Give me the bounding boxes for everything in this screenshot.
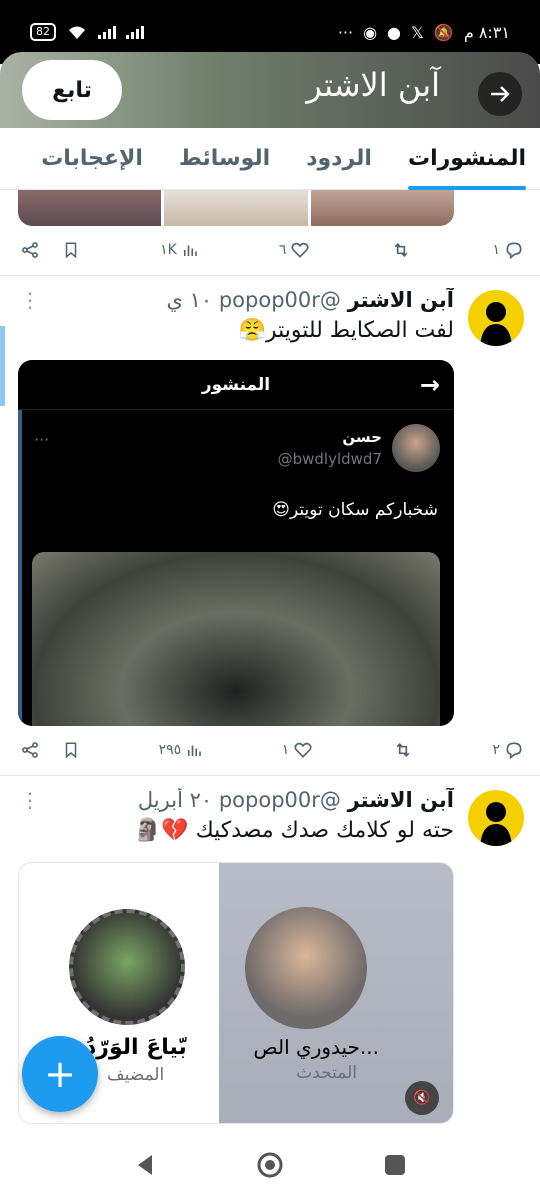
view-count: ١K: [160, 242, 177, 258]
profile-header: تابع آبن الاشتر: [0, 52, 540, 128]
silhouette-icon: [480, 302, 512, 346]
heart-icon: [294, 742, 312, 758]
handle[interactable]: @popop00r: [219, 288, 341, 312]
card-bar-title: المنشور: [201, 374, 271, 395]
heart-icon: [291, 242, 309, 258]
quoted-screenshot[interactable]: المنشور → حسن @bwdlyldwd7 ··· شخباركم سك…: [18, 360, 454, 726]
mute-icon: 🔕: [433, 22, 454, 42]
battery-icon: 82: [30, 23, 56, 41]
speaker-avatar: [245, 907, 367, 1029]
retweet-icon: [394, 242, 408, 258]
whatsapp-icon: ◉: [363, 22, 378, 42]
avatar: [392, 424, 440, 472]
more-options-icon[interactable]: ⋮: [20, 788, 40, 812]
thread-line: [18, 410, 22, 726]
status-right: ··· ◉ ● 𝕏 🔕 ٨:٣١ م: [338, 23, 510, 42]
arrow-right-icon: →: [419, 370, 440, 399]
plus-icon: +: [44, 1052, 76, 1096]
views-icon: [188, 745, 201, 756]
like-button[interactable]: ١: [282, 740, 314, 760]
reply-count: ١: [492, 242, 500, 258]
views-button[interactable]: ٢٩٥: [159, 741, 204, 759]
reply-icon: [506, 242, 522, 260]
host-role: المضيف: [107, 1065, 165, 1085]
speaker-name: حيدوري الص...: [253, 1035, 379, 1059]
tweet-text: حته لو كلامك صدك مصدكيك 💔🗿: [133, 818, 454, 843]
message-icon: ●: [387, 22, 402, 42]
home-nav-icon[interactable]: [256, 1151, 284, 1179]
quote-author-name: حسن: [342, 428, 382, 446]
like-count: ١: [281, 742, 290, 758]
tweet-media-strip[interactable]: [18, 190, 454, 226]
compose-button[interactable]: +: [22, 1036, 98, 1112]
views-button[interactable]: ١K: [160, 241, 199, 259]
quote-media-image: [32, 552, 440, 726]
like-button[interactable]: ٦: [279, 240, 311, 260]
reply-count: ٢: [492, 742, 500, 758]
retweet-icon: [396, 742, 410, 758]
tweet-header: آبن الاشتر @popop00r ٢٠ أبريل: [20, 788, 454, 812]
view-count: ٢٩٥: [158, 742, 182, 758]
mute-button[interactable]: 🔇: [405, 1081, 439, 1115]
avatar[interactable]: [468, 290, 524, 346]
share-icon[interactable]: [20, 740, 40, 760]
reply-button[interactable]: ١: [492, 240, 524, 260]
quote-author-handle: @bwdlyldwd7: [277, 450, 382, 468]
tweet-actions: ٢ ١ ٢٩٥: [0, 730, 540, 770]
card-bar: المنشور →: [18, 360, 454, 410]
timestamp: ٢٠ أبريل: [137, 788, 213, 812]
clock-text: ٨:٣١ م: [463, 22, 510, 42]
recents-nav-icon[interactable]: [384, 1154, 406, 1176]
unread-indicator: [0, 326, 5, 406]
system-navigation-bar: [0, 1130, 540, 1200]
back-nav-icon[interactable]: [134, 1153, 156, 1177]
share-icon[interactable]: [20, 240, 40, 260]
host-avatar: [69, 909, 185, 1025]
arrow-right-icon: [491, 86, 510, 102]
reply-icon: [506, 742, 522, 760]
display-name[interactable]: آبن الاشتر: [348, 288, 454, 312]
x-app-icon: 𝕏: [411, 22, 424, 42]
status-left: 82: [30, 23, 144, 41]
tweet-actions: ١ ٦ ١K: [0, 230, 540, 270]
reply-button[interactable]: ٢: [492, 740, 524, 760]
timestamp: ١٠ ي: [166, 288, 213, 312]
wifi-icon: [69, 26, 85, 39]
retweet-button[interactable]: [390, 240, 412, 260]
profile-tabs: المنشورات الردود الوسائط الإعجابات: [0, 128, 540, 190]
tab-media[interactable]: الوسائط: [179, 128, 270, 190]
speaker-role: المتحدث: [296, 1063, 357, 1083]
views-icon: [183, 245, 197, 256]
bookmark-icon[interactable]: [62, 240, 80, 260]
quote-text: شخباركم سكان تويتر😍: [272, 500, 438, 520]
handle[interactable]: @popop00r: [219, 788, 341, 812]
profile-title: آبن الاشتر: [306, 66, 440, 104]
more-options-icon: ···: [34, 430, 50, 449]
tweet-item[interactable]: آبن الاشتر @popop00r ١٠ ي ⋮ لفت الصكايط …: [0, 276, 540, 774]
speaker-mute-icon: 🔇: [413, 1090, 431, 1106]
bookmark-icon[interactable]: [62, 740, 80, 760]
signal-icon-2: [126, 25, 144, 39]
signal-icon: [98, 25, 116, 39]
retweet-button[interactable]: [392, 740, 414, 760]
host-name: بّياعَ الوَرّدُ: [85, 1035, 187, 1060]
tab-posts[interactable]: المنشورات: [407, 128, 527, 190]
tweet-text: لفت الصكايط للتويتر😤: [238, 318, 454, 343]
tab-replies[interactable]: الردود: [306, 128, 372, 190]
silhouette-icon: [480, 802, 512, 846]
more-options-icon[interactable]: ⋮: [20, 288, 40, 312]
tab-likes[interactable]: الإعجابات: [41, 128, 143, 190]
back-button[interactable]: [478, 72, 522, 116]
display-name[interactable]: آبن الاشتر: [348, 788, 454, 812]
avatar[interactable]: [468, 790, 524, 846]
like-count: ٦: [278, 242, 287, 258]
more-notifications-icon: ···: [337, 22, 354, 42]
follow-button[interactable]: تابع: [22, 60, 122, 120]
tweet-header: آبن الاشتر @popop00r ١٠ ي: [20, 288, 454, 312]
